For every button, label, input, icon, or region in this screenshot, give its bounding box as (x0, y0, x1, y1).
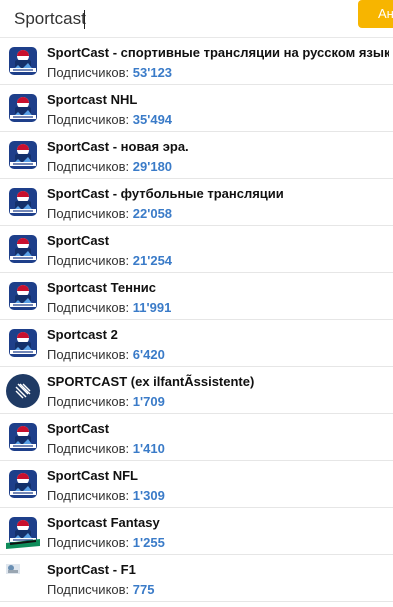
subscriber-count-value: 29'180 (132, 159, 173, 174)
subscribers-label: Подписчиков: (47, 112, 130, 127)
sportcast-logo-icon (6, 327, 40, 361)
sportcast-logo-icon (6, 139, 40, 173)
channel-name: SportCast - футбольные трансляции (47, 186, 284, 201)
channel-result-item[interactable]: Sportcast 2 Подписчиков: 6'420 (0, 320, 393, 367)
channel-name: SportCast (47, 233, 110, 248)
subscriber-count: Подписчиков: 35'494 (47, 112, 172, 127)
subscriber-count: Подписчиков: 1'410 (47, 441, 165, 456)
channel-name: Sportcast NHL (47, 92, 138, 107)
channel-name: SPORTCAST (ex ilfantÃssistente) (47, 374, 255, 389)
sportcast-logo-icon (6, 92, 40, 126)
subscriber-count-value: 1'410 (132, 441, 165, 456)
subscriber-count-value: 53'123 (132, 65, 173, 80)
subscribers-label: Подписчиков: (47, 300, 130, 315)
subscribers-label: Подписчиков: (47, 347, 130, 362)
blue-circle-logo-icon (6, 374, 40, 408)
subscriber-count: Подписчиков: 1'309 (47, 488, 165, 503)
subscriber-count-value: 35'494 (132, 112, 173, 127)
channel-name: SportCast - F1 (47, 562, 136, 577)
sportcast-fantasy-logo-icon (6, 515, 40, 549)
channel-name: Sportcast Теннис (47, 280, 157, 295)
channel-result-item[interactable]: SportCast - новая эра. Подписчиков: 29'18… (0, 132, 393, 179)
channel-result-item[interactable]: Sportcast NHL Подписчиков: 35'494 (0, 85, 393, 132)
subscribers-label: Подписчиков: (47, 535, 130, 550)
subscribers-label: Подписчиков: (47, 159, 130, 174)
channel-result-item[interactable]: Sportcast Теннис Подписчиков: 11'991 (0, 273, 393, 320)
channel-name: SportCast (47, 421, 110, 436)
sportcast-logo-icon (6, 233, 40, 267)
channel-result-item[interactable]: SportCast Подписчиков: 21'254 (0, 226, 393, 273)
subscriber-count: Подписчиков: 1'255 (47, 535, 165, 550)
subscriber-count: Подписчиков: 22'058 (47, 206, 172, 221)
channel-result-item[interactable]: SportCast - спортивные трансляции на рус… (0, 38, 393, 85)
channel-result-item[interactable]: SportCast - F1 Подписчиков: 775 (0, 555, 393, 602)
search-action-button[interactable]: Ан (358, 0, 393, 28)
subscriber-count-value: 21'254 (132, 253, 173, 268)
channel-result-item[interactable]: SportCast NFL Подписчиков: 1'309 (0, 461, 393, 508)
search-bar: Ан (0, 0, 393, 38)
subscribers-label: Подписчиков: (47, 253, 130, 268)
subscribers-label: Подписчиков: (47, 441, 130, 456)
subscribers-label: Подписчиков: (47, 488, 130, 503)
subscriber-count-value: 6'420 (132, 347, 165, 362)
small-photo-icon (6, 562, 40, 596)
subscribers-label: Подписчиков: (47, 65, 130, 80)
channel-result-item[interactable]: SportCast Подписчиков: 1'410 (0, 414, 393, 461)
subscriber-count-value: 1'255 (132, 535, 165, 550)
channel-results-list: SportCast - спортивные трансляции на рус… (0, 38, 393, 602)
subscriber-count: Подписчиков: 6'420 (47, 347, 165, 362)
subscribers-label: Подписчиков: (47, 206, 130, 221)
subscriber-count: Подписчиков: 29'180 (47, 159, 172, 174)
sportcast-logo-icon (6, 280, 40, 314)
channel-name: SportCast NFL (47, 468, 138, 483)
subscribers-label: Подписчиков: (47, 394, 130, 409)
search-input[interactable] (0, 0, 356, 38)
subscriber-count-value: 22'058 (132, 206, 173, 221)
subscriber-count: Подписчиков: 11'991 (47, 300, 171, 315)
subscriber-count: Подписчиков: 1'709 (47, 394, 165, 409)
channel-result-item[interactable]: SportCast - футбольные трансляции Подписч… (0, 179, 393, 226)
channel-result-item[interactable]: Sportcast Fantasy Подписчиков: 1'255 (0, 508, 393, 555)
text-caret (84, 10, 85, 29)
channel-name: Sportcast Fantasy (47, 515, 160, 530)
channel-name: SportCast - новая эра. (47, 139, 189, 154)
sportcast-logo-icon (6, 468, 40, 502)
channel-name: SportCast - спортивные трансляции на рус… (47, 45, 389, 60)
subscriber-count: Подписчиков: 775 (47, 582, 154, 597)
channel-result-item[interactable]: SPORTCAST (ex ilfantÃssistente) Подписчик… (0, 367, 393, 414)
subscribers-label: Подписчиков: (47, 582, 130, 597)
subscriber-count: Подписчиков: 21'254 (47, 253, 172, 268)
subscriber-count-value: 1'709 (132, 394, 165, 409)
sportcast-logo-icon (6, 45, 40, 79)
channel-name: Sportcast 2 (47, 327, 118, 342)
subscriber-count-value: 775 (132, 582, 155, 597)
sportcast-logo-icon (6, 421, 40, 455)
subscriber-count-value: 11'991 (132, 300, 172, 315)
sportcast-logo-icon (6, 186, 40, 220)
subscriber-count: Подписчиков: 53'123 (47, 65, 172, 80)
subscriber-count-value: 1'309 (132, 488, 165, 503)
